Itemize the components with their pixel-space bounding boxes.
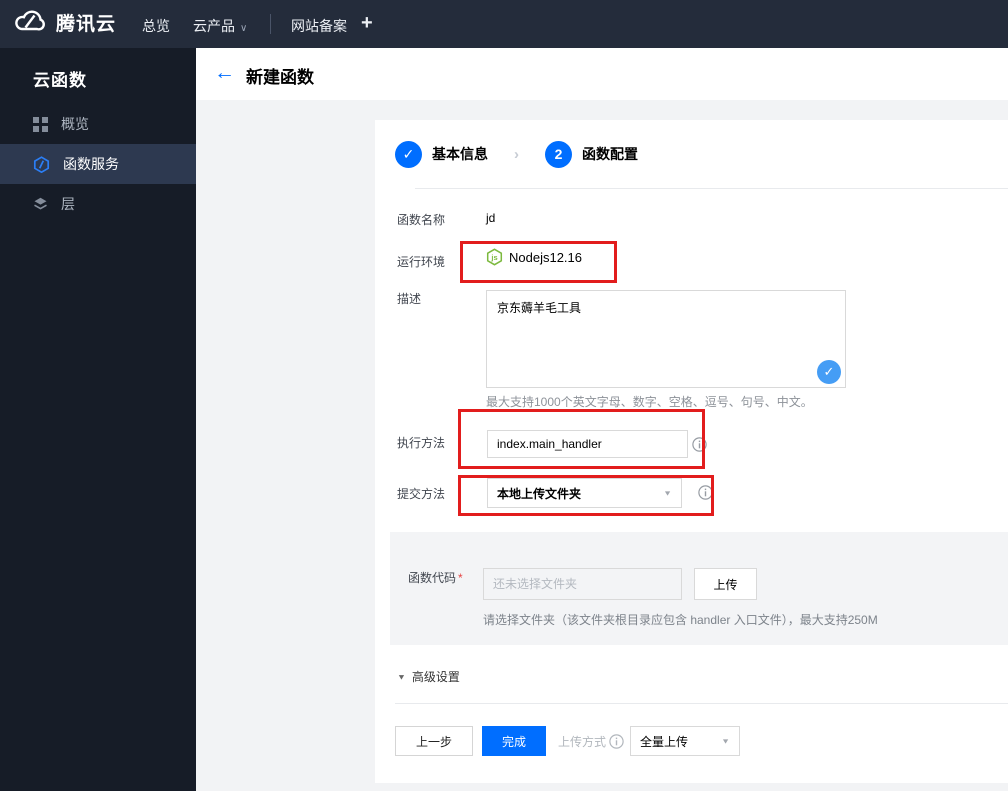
info-icon[interactable] <box>698 485 713 500</box>
sidebar-item-function-service[interactable]: 函数服务 <box>0 144 196 184</box>
step2-label: 函数配置 <box>582 146 638 162</box>
finish-button[interactable]: 完成 <box>482 726 546 756</box>
upload-mode-value: 全量上传 <box>640 734 689 749</box>
page-header: ← 新建函数 <box>196 48 1008 100</box>
step-indicator: ✓ 基本信息 › 2 函数配置 <box>395 140 638 168</box>
function-name-value: jd <box>486 211 496 225</box>
upload-mode-label: 上传方式 <box>558 735 607 749</box>
nav-overview[interactable]: 总览 <box>142 16 170 36</box>
upload-mode-label-row: 上传方式 <box>558 733 624 750</box>
chevron-down-icon: ▼ <box>721 737 730 745</box>
handler-input[interactable] <box>487 430 688 458</box>
runtime-value-row: js Nodejs12.16 <box>486 248 582 266</box>
step2-number: 2 <box>545 140 572 168</box>
function-icon <box>33 155 50 173</box>
footer-divider <box>395 703 1008 704</box>
description-textarea[interactable]: 京东薅羊毛工具 <box>486 290 846 388</box>
chevron-down-icon: ∨ <box>240 23 248 34</box>
valid-check-icon: ✓ <box>817 360 841 384</box>
nav-cloud-products[interactable]: 云产品 ∨ <box>193 16 247 36</box>
back-arrow-icon[interactable]: ← <box>214 60 235 86</box>
previous-step-button[interactable]: 上一步 <box>395 726 473 756</box>
layers-icon <box>33 197 48 212</box>
triangle-down-icon: ▼ <box>397 672 406 681</box>
steps-divider <box>415 188 1008 189</box>
required-mark: * <box>458 571 463 585</box>
runtime-label: 运行环境 <box>397 255 446 269</box>
screen: 腾讯云 总览 云产品 ∨ 网站备案 + 云函数 概览 函数服务 层 ← 新建函数… <box>0 0 1008 791</box>
step-chevron-icon: › <box>514 145 519 163</box>
submit-method-value: 本地上传文件夹 <box>497 486 582 501</box>
step1-label: 基本信息 <box>432 146 488 162</box>
submit-method-select[interactable]: 本地上传文件夹 ▼ <box>487 478 682 508</box>
function-code-section: 函数代码* 上传 请选择文件夹（该文件夹根目录应包含 handler 入口文件）… <box>390 532 1008 645</box>
function-name-label: 函数名称 <box>397 213 446 227</box>
handler-label: 执行方法 <box>397 436 446 450</box>
folder-path-input[interactable] <box>483 568 682 600</box>
sidebar-item-layers[interactable]: 层 <box>0 184 196 224</box>
nodejs-icon: js <box>486 248 503 266</box>
description-label: 描述 <box>397 292 422 306</box>
function-code-hint: 请选择文件夹（该文件夹根目录应包含 handler 入口文件），最大支持250M <box>483 613 878 627</box>
sidebar-item-label: 概览 <box>61 116 89 132</box>
description-hint: 最大支持1000个英文字母、数字、空格、逗号、句号、中文。 <box>486 395 813 409</box>
submit-method-label: 提交方法 <box>397 487 446 501</box>
sidebar-item-label: 层 <box>61 196 75 212</box>
info-icon[interactable] <box>692 437 707 452</box>
page-title: 新建函数 <box>246 68 314 87</box>
advanced-settings-toggle[interactable]: ▼ 高级设置 <box>397 668 460 685</box>
step1-done-icon: ✓ <box>395 140 422 168</box>
sidebar-item-overview[interactable]: 概览 <box>0 104 196 144</box>
nav-divider <box>270 14 271 34</box>
info-icon[interactable] <box>609 734 624 749</box>
brand-name: 腾讯云 <box>56 13 117 35</box>
cloud-logo-icon <box>13 8 47 36</box>
runtime-value: Nodejs12.16 <box>509 249 582 265</box>
advanced-settings-label: 高级设置 <box>411 670 460 684</box>
upload-mode-select[interactable]: 全量上传 ▼ <box>630 726 740 756</box>
form-card: ✓ 基本信息 › 2 函数配置 函数名称 jd 运行环境 js Nodejs12 <box>375 120 1008 783</box>
tencent-cloud-logo[interactable]: 腾讯云 <box>13 8 116 36</box>
nav-add-button[interactable]: + <box>361 12 373 35</box>
sidebar-title: 云函数 <box>33 71 87 90</box>
content-area: ✓ 基本信息 › 2 函数配置 函数名称 jd 运行环境 js Nodejs12 <box>196 100 1008 791</box>
sidebar-item-label: 函数服务 <box>63 156 119 172</box>
function-code-label: 函数代码 * <box>408 571 463 585</box>
svg-text:js: js <box>490 253 497 262</box>
nav-website-record[interactable]: 网站备案 <box>291 16 347 36</box>
grid-icon <box>33 116 48 132</box>
topbar: 腾讯云 总览 云产品 ∨ 网站备案 + <box>0 0 1008 48</box>
sidebar: 云函数 概览 函数服务 层 <box>0 48 196 791</box>
upload-button[interactable]: 上传 <box>694 568 757 600</box>
chevron-down-icon: ▼ <box>663 489 672 497</box>
